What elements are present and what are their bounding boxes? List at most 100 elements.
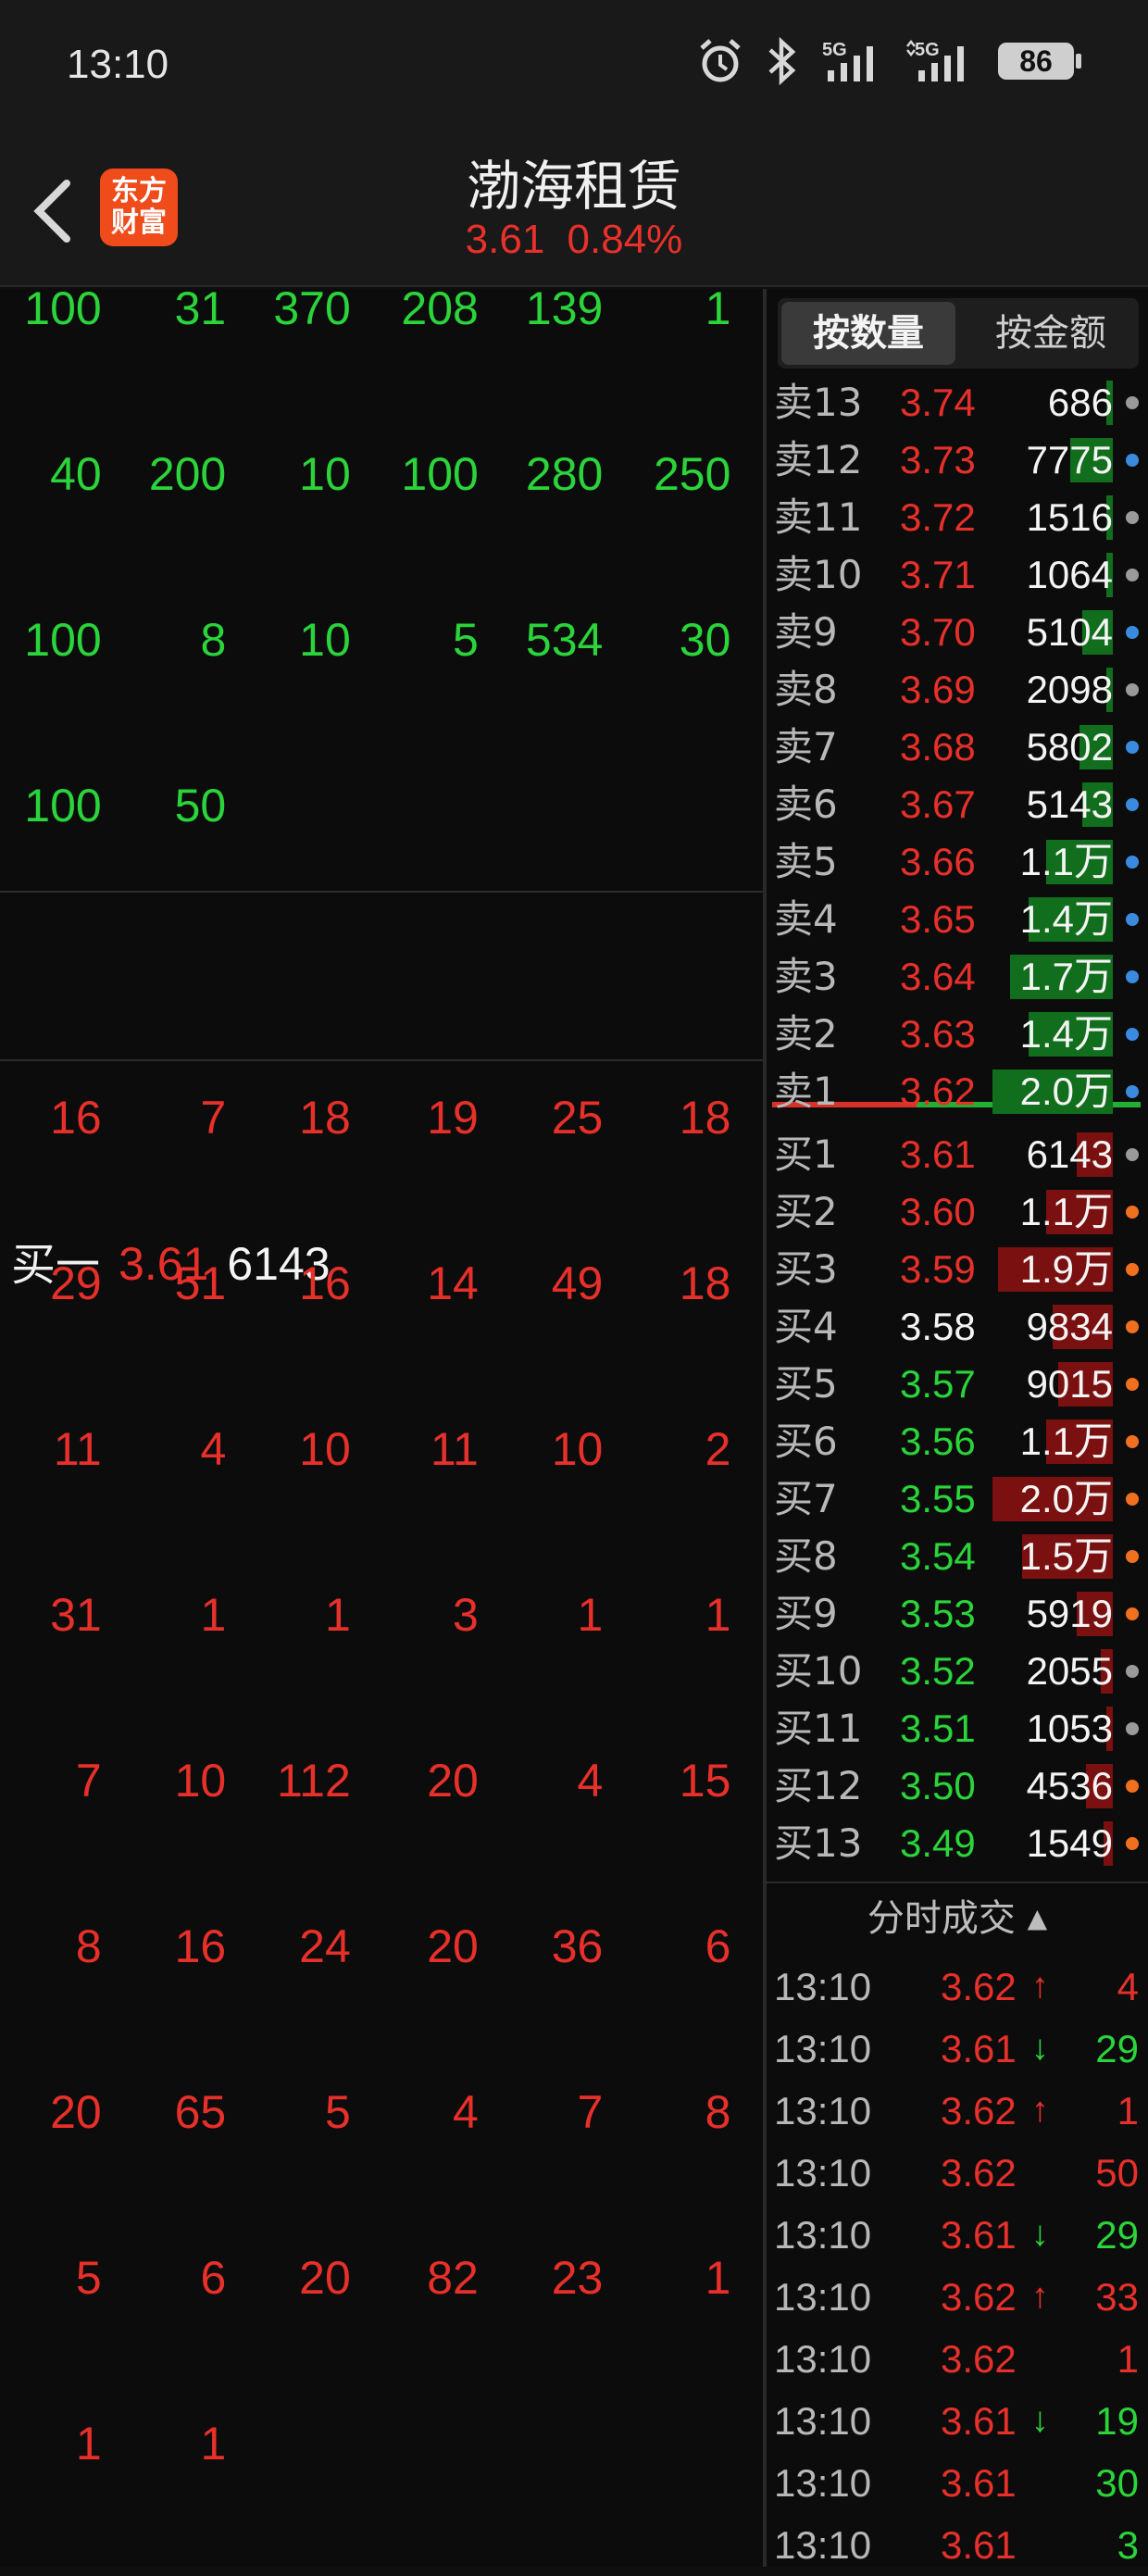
- trade-row: 13:10 3.61 ↓ 29: [767, 2018, 1148, 2080]
- divider: [0, 891, 763, 893]
- queue-row: 11: [0, 2402, 763, 2485]
- trade-time: 13:10: [774, 1965, 872, 2008]
- app-header: 东方 财富 渤海租赁 3.61 0.84%: [0, 139, 1148, 287]
- level-label: 卖11: [774, 494, 863, 540]
- ask-row[interactable]: 卖1 3.62 2.0万: [767, 1063, 1148, 1120]
- bid-row[interactable]: 买11 3.51 1053: [767, 1700, 1148, 1757]
- queue-volume: 8: [705, 2086, 731, 2138]
- queue-volume: 14: [427, 1257, 479, 1309]
- level-label: 买6: [774, 1419, 838, 1464]
- queue-volume: 7: [75, 1755, 102, 1807]
- queue-volume: 5: [453, 614, 479, 666]
- ask-row[interactable]: 卖2 3.63 1.4万: [767, 1006, 1148, 1063]
- level-dot-icon: [1126, 1435, 1139, 1448]
- queue-volume: 31: [50, 1589, 102, 1641]
- bid-row[interactable]: 买7 3.55 2.0万: [767, 1470, 1148, 1528]
- queue-volume: 100: [24, 282, 102, 334]
- level-dot-icon: [1126, 1493, 1139, 1506]
- trade-volume: 19: [1095, 2399, 1139, 2443]
- level-label: 卖5: [774, 839, 838, 884]
- level-label: 买9: [774, 1591, 838, 1636]
- queue-volume: 6: [705, 1920, 731, 1972]
- level-label: 买5: [774, 1361, 838, 1407]
- current-price: 3.61: [465, 217, 545, 262]
- level-price: 3.67: [900, 782, 976, 826]
- bid-row[interactable]: 买3 3.59 1.9万: [767, 1241, 1148, 1298]
- ask-row[interactable]: 卖9 3.70 5104: [767, 604, 1148, 661]
- bid-row[interactable]: 买2 3.60 1.1万: [767, 1183, 1148, 1241]
- level-dot-icon: [1126, 454, 1139, 467]
- ask-row[interactable]: 卖8 3.69 2098: [767, 661, 1148, 719]
- queue-volume: 20: [427, 1920, 479, 1972]
- ask-row[interactable]: 卖7 3.68 5802: [767, 719, 1148, 776]
- queue-volume: 1: [577, 1589, 604, 1641]
- bid-row[interactable]: 买8 3.54 1.5万: [767, 1528, 1148, 1585]
- level-price: 3.60: [900, 1190, 976, 1233]
- queue-volume: 112: [277, 1755, 351, 1807]
- tab-by-amount[interactable]: 按金额: [963, 298, 1139, 369]
- level-quantity: 1.1万: [1019, 840, 1113, 883]
- level-price: 3.52: [900, 1649, 976, 1693]
- queue-volume: 10: [299, 614, 351, 666]
- level-price: 3.59: [900, 1247, 976, 1291]
- level-quantity: 5104: [1026, 610, 1113, 654]
- level-dot-icon: [1126, 1263, 1139, 1276]
- bid-row[interactable]: 买9 3.53 5919: [767, 1585, 1148, 1643]
- order-queue-panel[interactable]: 买一 3.61 6143 100 31 370 208 139 1 40 200 10 100 280 2…: [0, 282, 763, 2567]
- level-quantity: 2098: [1026, 668, 1113, 711]
- level-label: 卖7: [774, 724, 838, 769]
- queue-volume: 4: [453, 2086, 479, 2138]
- level-label: 卖13: [774, 380, 863, 425]
- queue-volume: 200: [148, 448, 227, 500]
- ask-row[interactable]: 卖10 3.71 1064: [767, 546, 1148, 604]
- queue-volume: 4: [200, 1423, 227, 1475]
- queue-volume: 31: [174, 282, 227, 334]
- queue-volume: 250: [653, 448, 731, 500]
- queue-volume: 11: [430, 1423, 479, 1475]
- level-dot-icon: [1126, 683, 1139, 696]
- trade-price: 3.61: [941, 2213, 1017, 2257]
- ask-row[interactable]: 卖3 3.64 1.7万: [767, 948, 1148, 1006]
- queue-volume: 19: [427, 1092, 479, 1144]
- ask-row[interactable]: 卖4 3.65 1.4万: [767, 891, 1148, 948]
- bid-row[interactable]: 买1 3.61 6143: [767, 1126, 1148, 1183]
- level-quantity: 7775: [1026, 438, 1113, 481]
- level-price: 3.61: [900, 1132, 976, 1176]
- level-dot-icon: [1126, 1780, 1139, 1793]
- level-label: 买10: [774, 1648, 863, 1694]
- tab-by-quantity[interactable]: 按数量: [781, 302, 955, 365]
- queue-volume: 4: [577, 1755, 604, 1807]
- queue-volume: 50: [174, 780, 227, 832]
- level-quantity: 5919: [1026, 1592, 1113, 1635]
- ask-row[interactable]: 卖6 3.67 5143: [767, 776, 1148, 833]
- ask-row[interactable]: 卖12 3.73 7775: [767, 431, 1148, 489]
- ask-row[interactable]: 卖13 3.74 686: [767, 374, 1148, 431]
- queue-row: 40 200 10 100 280 250: [0, 432, 763, 516]
- bid-row[interactable]: 买4 3.58 9834: [767, 1298, 1148, 1356]
- trade-row: 13:10 3.61 30: [767, 2452, 1148, 2514]
- bid-row[interactable]: 买13 3.49 1549: [767, 1815, 1148, 1872]
- level-dot-icon: [1126, 856, 1139, 869]
- queue-volume: 3: [453, 1589, 479, 1641]
- queue-volume: 2: [705, 1423, 731, 1475]
- queue-volume: 82: [427, 2252, 479, 2304]
- level-quantity: 686: [1047, 381, 1113, 424]
- ask-row[interactable]: 卖11 3.72 1516: [767, 489, 1148, 546]
- ask-row[interactable]: 卖5 3.66 1.1万: [767, 833, 1148, 891]
- level-price: 3.57: [900, 1362, 976, 1406]
- bid-row[interactable]: 买12 3.50 4536: [767, 1757, 1148, 1815]
- timeshare-header[interactable]: 分时成交 ▲: [767, 1883, 1148, 1954]
- bid-row[interactable]: 买5 3.57 9015: [767, 1356, 1148, 1413]
- trade-time: 13:10: [774, 2275, 872, 2319]
- level-quantity: 2.0万: [1019, 1477, 1113, 1520]
- level-label: 卖1: [774, 1069, 838, 1114]
- level-quantity: 2055: [1026, 1649, 1113, 1693]
- divider: [0, 1059, 763, 1061]
- bid-row[interactable]: 买10 3.52 2055: [767, 1643, 1148, 1700]
- queue-row: 20 65 5 4 7 8: [0, 2070, 763, 2154]
- queue-volume: 1: [324, 1589, 351, 1641]
- level-dot-icon: [1126, 1837, 1139, 1850]
- level-price: 3.66: [900, 840, 976, 883]
- bid-row[interactable]: 买6 3.56 1.1万: [767, 1413, 1148, 1470]
- level-quantity: 5802: [1026, 725, 1113, 769]
